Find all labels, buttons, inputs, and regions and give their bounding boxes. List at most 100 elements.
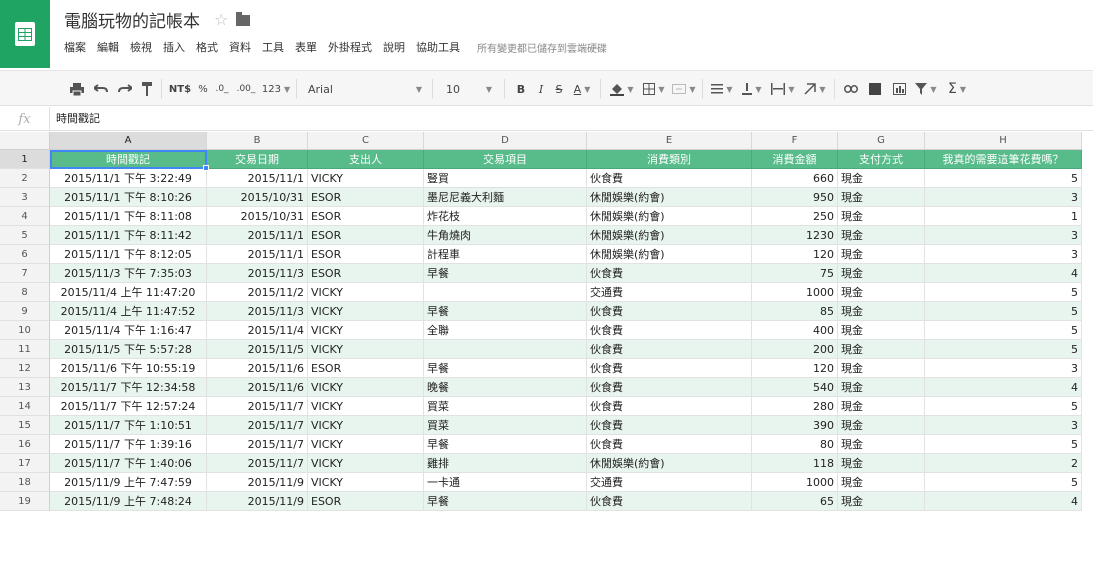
column-header-h[interactable]: H	[925, 132, 1082, 150]
cell-timestamp[interactable]: 2015/11/7 下午 1:10:51	[50, 416, 207, 435]
cell-timestamp[interactable]: 2015/11/1 下午 8:11:42	[50, 226, 207, 245]
cell-amount[interactable]: 80	[752, 435, 838, 454]
cell-payer[interactable]: VICKY	[308, 454, 424, 473]
cell-date[interactable]: 2015/11/6	[207, 359, 308, 378]
menu-insert[interactable]: 插入	[163, 39, 185, 55]
cell-date[interactable]: 2015/11/5	[207, 340, 308, 359]
cell-item[interactable]: 計程車	[424, 245, 587, 264]
row-header[interactable]: 10	[0, 321, 50, 340]
row-header[interactable]: 17	[0, 454, 50, 473]
menu-format[interactable]: 格式	[196, 39, 218, 55]
cell-amount[interactable]: 1000	[752, 283, 838, 302]
cell-payment[interactable]: 現金	[838, 359, 925, 378]
folder-icon[interactable]	[236, 11, 251, 26]
cell-timestamp[interactable]: 2015/11/1 下午 3:22:49	[50, 169, 207, 188]
cell-necessity[interactable]: 4	[925, 378, 1082, 397]
cell-amount[interactable]: 280	[752, 397, 838, 416]
cell-payer[interactable]: VICKY	[308, 435, 424, 454]
row-header[interactable]: 19	[0, 492, 50, 511]
cell-timestamp[interactable]: 2015/11/9 上午 7:48:24	[50, 492, 207, 511]
valign-icon[interactable]: ▼	[738, 71, 766, 107]
column-title-timestamp[interactable]: 時間戳記	[50, 150, 207, 169]
cell-amount[interactable]: 120	[752, 359, 838, 378]
cell-payment[interactable]: 現金	[838, 378, 925, 397]
cell-item[interactable]: 雞排	[424, 454, 587, 473]
cell-amount[interactable]: 118	[752, 454, 838, 473]
cell-date[interactable]: 2015/11/4	[207, 321, 308, 340]
cell-category[interactable]: 伙食費	[587, 302, 752, 321]
menu-data[interactable]: 資料	[229, 39, 251, 55]
cell-date[interactable]: 2015/11/9	[207, 492, 308, 511]
cell-item[interactable]: 一卡通	[424, 473, 587, 492]
decrease-decimal-button[interactable]: .0_	[212, 71, 232, 107]
cell-payment[interactable]: 現金	[838, 207, 925, 226]
column-title-payer[interactable]: 支出人	[308, 150, 424, 169]
cell-necessity[interactable]: 3	[925, 245, 1082, 264]
text-color-dropdown[interactable]: A ▼	[568, 71, 596, 107]
cell-category[interactable]: 休閒娛樂(約會)	[587, 207, 752, 226]
cell-timestamp[interactable]: 2015/11/6 下午 10:55:19	[50, 359, 207, 378]
menu-help[interactable]: 說明	[383, 39, 405, 55]
cell-category[interactable]: 伙食費	[587, 435, 752, 454]
row-header[interactable]: 16	[0, 435, 50, 454]
cell-date[interactable]: 2015/11/9	[207, 473, 308, 492]
strikethrough-button[interactable]: S	[550, 71, 568, 107]
link-icon[interactable]	[840, 71, 862, 107]
cell-date[interactable]: 2015/10/31	[207, 207, 308, 226]
cell-amount[interactable]: 1230	[752, 226, 838, 245]
cell-timestamp[interactable]: 2015/11/1 下午 8:10:26	[50, 188, 207, 207]
column-title-necessity[interactable]: 我真的需要這筆花費嗎？	[925, 150, 1082, 169]
cell-payment[interactable]: 現金	[838, 302, 925, 321]
cell-amount[interactable]: 250	[752, 207, 838, 226]
cell-necessity[interactable]: 3	[925, 416, 1082, 435]
cell-payment[interactable]: 現金	[838, 264, 925, 283]
row-header[interactable]: 5	[0, 226, 50, 245]
column-header-f[interactable]: F	[752, 132, 838, 150]
cell-necessity[interactable]: 5	[925, 340, 1082, 359]
cell-amount[interactable]: 75	[752, 264, 838, 283]
undo-icon[interactable]	[90, 71, 112, 107]
cell-timestamp[interactable]: 2015/11/1 下午 8:12:05	[50, 245, 207, 264]
fill-handle[interactable]	[203, 165, 209, 171]
cell-amount[interactable]: 120	[752, 245, 838, 264]
filter-icon[interactable]: ▼	[912, 71, 940, 107]
cell-timestamp[interactable]: 2015/11/7 下午 1:40:06	[50, 454, 207, 473]
cell-category[interactable]: 伙食費	[587, 321, 752, 340]
percent-format-button[interactable]: %	[196, 71, 210, 107]
cell-category[interactable]: 休閒娛樂(約會)	[587, 188, 752, 207]
cell-amount[interactable]: 660	[752, 169, 838, 188]
font-family-dropdown[interactable]: Arial ▼	[302, 71, 428, 107]
row-header[interactable]: 9	[0, 302, 50, 321]
select-all-corner[interactable]	[0, 132, 50, 150]
cell-category[interactable]: 交通費	[587, 283, 752, 302]
cell-timestamp[interactable]: 2015/11/7 下午 1:39:16	[50, 435, 207, 454]
row-header[interactable]: 7	[0, 264, 50, 283]
cell-category[interactable]: 休閒娛樂(約會)	[587, 245, 752, 264]
cell-payment[interactable]: 現金	[838, 473, 925, 492]
cell-timestamp[interactable]: 2015/11/3 下午 7:35:03	[50, 264, 207, 283]
cell-payer[interactable]: VICKY	[308, 321, 424, 340]
cell-payer[interactable]: VICKY	[308, 378, 424, 397]
cell-payer[interactable]: VICKY	[308, 473, 424, 492]
cell-date[interactable]: 2015/11/1	[207, 169, 308, 188]
align-icon[interactable]: ▼	[708, 71, 736, 107]
cell-necessity[interactable]: 4	[925, 264, 1082, 283]
menu-accessibility[interactable]: 協助工具	[416, 39, 460, 55]
more-formats-dropdown[interactable]: 123 ▼	[260, 71, 292, 107]
merge-icon[interactable]: ▼	[670, 71, 698, 107]
cell-necessity[interactable]: 3	[925, 188, 1082, 207]
column-header-e[interactable]: E	[587, 132, 752, 150]
cell-date[interactable]: 2015/11/7	[207, 397, 308, 416]
currency-format-button[interactable]: NT$	[166, 71, 194, 107]
cell-necessity[interactable]: 5	[925, 397, 1082, 416]
cell-category[interactable]: 伙食費	[587, 378, 752, 397]
cell-payment[interactable]: 現金	[838, 245, 925, 264]
cell-date[interactable]: 2015/11/1	[207, 226, 308, 245]
cell-payment[interactable]: 現金	[838, 397, 925, 416]
cell-necessity[interactable]: 4	[925, 492, 1082, 511]
cell-amount[interactable]: 400	[752, 321, 838, 340]
column-title-amount[interactable]: 消費金額	[752, 150, 838, 169]
paint-format-icon[interactable]	[137, 71, 157, 107]
cell-date[interactable]: 2015/11/3	[207, 302, 308, 321]
cell-payer[interactable]: ESOR	[308, 207, 424, 226]
